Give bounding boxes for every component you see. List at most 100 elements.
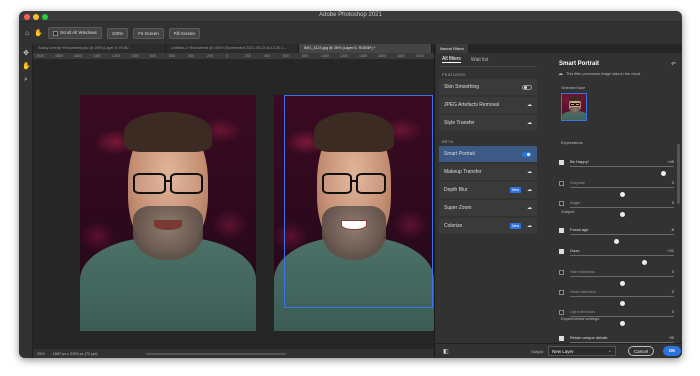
ruler-tick: 1000 — [131, 54, 139, 58]
filters-list: All filters Wait list FEATURED Skin Smoo… — [439, 53, 537, 343]
tools-panel: ✥ ✋ ⌕ — [19, 44, 33, 358]
slider-knob[interactable] — [619, 281, 625, 286]
enable-checkbox[interactable] — [559, 249, 564, 254]
scroll-all-windows-checkbox[interactable]: Scroll All Windows — [47, 27, 102, 39]
slider-knob[interactable] — [614, 239, 620, 244]
expressions-heading: Expressions — [561, 140, 583, 145]
scroll-all-label: Scroll All Windows — [59, 30, 97, 36]
slider-value: 0 — [671, 289, 674, 294]
doc-tab-untitled-1[interactable]: Untitled-1~Recovered @ 100% (Screenshot … — [166, 44, 299, 53]
filter-item-depth-blur[interactable]: Depth Blur New ☁ — [439, 182, 537, 198]
filter-item-skin-smoothing[interactable]: Skin Smoothing — [439, 79, 537, 95]
slider-track[interactable] — [570, 255, 674, 265]
ruler-tick: 800 — [150, 54, 156, 58]
cloud-download-icon[interactable]: ☁ — [527, 102, 532, 108]
slider-surprise: Surprise 0 — [559, 180, 676, 197]
filter-item-jpeg-artefacts-removal[interactable]: JPEG Artefacts Removal ☁ — [439, 97, 537, 113]
move-tool-icon[interactable]: ✥ — [22, 50, 30, 57]
reset-icon[interactable]: ↶ — [671, 61, 676, 68]
slider-knob[interactable] — [619, 192, 625, 197]
new-badge: New — [509, 223, 521, 229]
tab-all-filters[interactable]: All filters — [442, 56, 461, 63]
slider-knob[interactable] — [619, 321, 625, 326]
slider-knob[interactable] — [661, 171, 667, 176]
slider-track[interactable] — [570, 166, 674, 176]
doc-tab-img-3124[interactable]: IMG_3124.jpg @ 25% (Layer 0, RGB/8*) * — [299, 44, 432, 53]
selected-face-label: Selected face — [561, 85, 586, 90]
status-bar: 25% 1687 px x 2300 px (72 ppi) — [33, 349, 434, 358]
doc-tab-sassy-liberty[interactable]: Sassy Liberty~Recovered.psd @ 25% (Layer… — [33, 44, 166, 53]
filter-item-style-transfer[interactable]: Style Transfer ☁ — [439, 115, 537, 131]
hand-tool-icon[interactable]: ✋ — [22, 63, 31, 70]
filter-label: Makeup Transfer — [444, 169, 482, 175]
horizontal-scrollbar[interactable] — [145, 352, 286, 355]
filter-item-makeup-transfer[interactable]: Makeup Transfer ☁ — [439, 164, 537, 180]
neural-filters-tab[interactable]: Neural Filters — [436, 44, 468, 53]
featured-heading: FEATURED — [442, 72, 466, 77]
ruler-tick: 400 — [188, 54, 194, 58]
cloud-download-icon[interactable]: ☁ — [527, 169, 532, 175]
slider-facial-age: Facial age -8 — [559, 227, 676, 244]
face-selection-box — [284, 95, 433, 308]
ok-button[interactable]: OK — [663, 346, 681, 356]
slider-label: Retain unique details — [570, 335, 608, 340]
slider-label: Hair thickness — [570, 269, 596, 274]
enable-checkbox[interactable] — [559, 270, 564, 275]
options-bar: ⌂ ✋ Scroll All Windows 100% Fit Screen F… — [19, 22, 682, 44]
document-size: 1687 px x 2300 px (72 ppi) — [52, 351, 98, 356]
filter-toggle[interactable] — [522, 151, 532, 157]
enable-checkbox[interactable] — [559, 160, 564, 165]
enable-checkbox[interactable] — [559, 181, 564, 186]
slider-anger: Anger 0 — [559, 200, 676, 217]
tab-wait-list[interactable]: Wait list — [471, 57, 488, 63]
slider-value: +31 — [667, 248, 674, 253]
slider-track[interactable] — [570, 187, 674, 197]
slider-label: Facial age — [570, 227, 589, 232]
slider-knob[interactable] — [619, 301, 625, 306]
slider-value: 0 — [671, 269, 674, 274]
cloud-download-icon[interactable]: ☁ — [527, 205, 532, 211]
filter-label: JPEG Artefacts Removal — [444, 102, 500, 108]
slider-hair-thickness: Hair thickness 0 — [559, 269, 676, 286]
slider-track[interactable] — [570, 234, 674, 244]
panel-footer: ◧ Output New Layer ⌄ Cancel OK — [435, 343, 682, 358]
compare-icon[interactable]: ◧ — [443, 348, 449, 355]
slider-knob[interactable] — [642, 260, 648, 265]
slider-track[interactable] — [570, 207, 674, 217]
hand-tool-icon[interactable]: ✋ — [34, 29, 43, 37]
filter-item-super-zoom[interactable]: Super Zoom ☁ — [439, 200, 537, 216]
enable-checkbox[interactable] — [559, 201, 564, 206]
neural-filters-panel: Neural Filters All filters Wait list FEA… — [434, 44, 682, 358]
slider-label: Gaze — [570, 248, 580, 253]
ruler-tick: 2000 — [416, 54, 424, 58]
enable-checkbox[interactable] — [559, 336, 564, 341]
enable-checkbox[interactable] — [559, 310, 564, 315]
settings-scrollbar[interactable] — [677, 144, 680, 204]
slider-knob[interactable] — [619, 212, 625, 217]
cloud-download-icon[interactable]: ☁ — [527, 120, 532, 126]
selected-face-thumbnail[interactable] — [561, 93, 587, 121]
zoom-100-button[interactable]: 100% — [106, 27, 129, 39]
fit-screen-button[interactable]: Fit Screen — [133, 27, 164, 39]
slider-track[interactable] — [570, 296, 674, 306]
output-select[interactable]: New Layer ⌄ — [548, 346, 616, 356]
filter-item-colorize[interactable]: Colorize New ☁ — [439, 218, 537, 234]
output-value: New Layer — [552, 349, 574, 354]
slider-track[interactable] — [570, 276, 674, 286]
filter-label: Colorize — [444, 223, 463, 229]
cancel-button[interactable]: Cancel — [628, 346, 654, 356]
filter-toggle[interactable] — [522, 84, 532, 90]
enable-checkbox[interactable] — [559, 228, 564, 233]
ruler-tick: 0 — [226, 54, 228, 58]
document-tabs: Sassy Liberty~Recovered.psd @ 25% (Layer… — [33, 44, 434, 53]
cloud-download-icon[interactable]: ☁ — [527, 187, 532, 193]
cloud-download-icon[interactable]: ☁ — [527, 223, 532, 229]
filter-item-smart-portrait[interactable]: Smart Portrait — [439, 146, 537, 162]
zoom-tool-icon[interactable]: ⌕ — [22, 76, 30, 83]
home-icon[interactable]: ⌂ — [25, 30, 29, 37]
filter-tabs: All filters Wait list — [439, 53, 537, 67]
enable-checkbox[interactable] — [559, 290, 564, 295]
slider-value: 0 — [671, 200, 674, 205]
slider-track[interactable] — [570, 316, 674, 326]
fill-screen-button[interactable]: Fill Screen — [168, 27, 201, 39]
